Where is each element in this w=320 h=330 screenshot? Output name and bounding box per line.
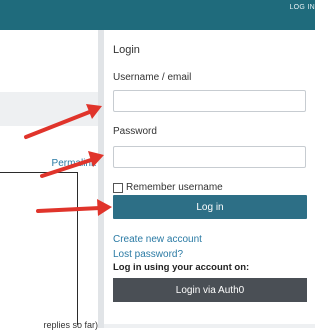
annotation-arrows [24, 104, 112, 216]
arrow-icon [24, 104, 102, 139]
arrow-icon [40, 151, 104, 178]
arrow-icon [36, 199, 112, 216]
